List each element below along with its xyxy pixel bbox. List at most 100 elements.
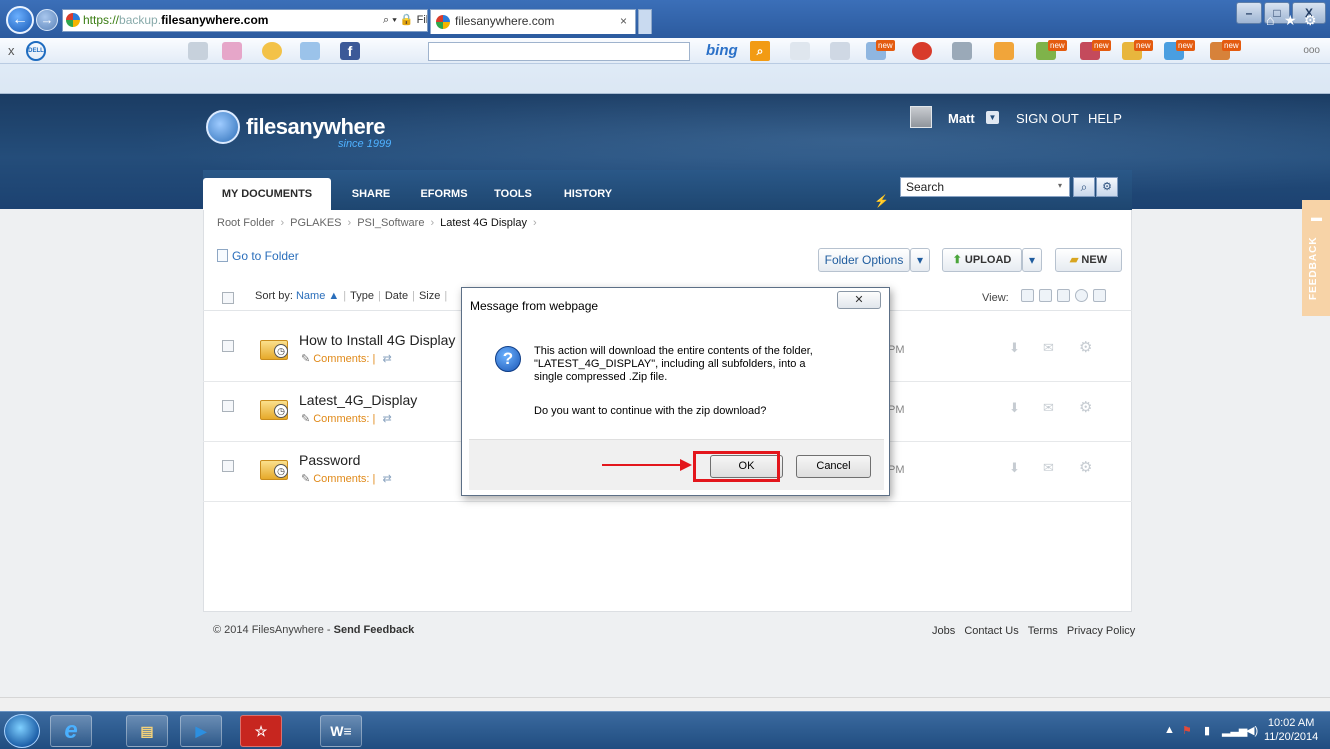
- go-to-folder-link[interactable]: Go to Folder: [217, 249, 299, 263]
- footer-link-contact-us[interactable]: Contact Us: [964, 625, 1018, 637]
- list-view-icon[interactable]: [1021, 289, 1034, 302]
- weather-icon[interactable]: [262, 42, 282, 60]
- toolbar-app-icon[interactable]: [994, 42, 1014, 60]
- search-dropdown-chevron-icon[interactable]: ▾: [1058, 181, 1062, 190]
- comments-link[interactable]: ✎ Comments: | ⇄: [301, 352, 392, 365]
- breadcrumb-item-pglakes[interactable]: PGLAKES: [290, 217, 341, 229]
- home-icon[interactable]: ⌂: [1266, 12, 1274, 28]
- gallery-view-icon[interactable]: [1075, 289, 1088, 302]
- footer-link-terms[interactable]: Terms: [1028, 625, 1058, 637]
- footer-link-jobs[interactable]: Jobs: [932, 625, 955, 637]
- battery-icon[interactable]: ▮: [1204, 724, 1210, 737]
- tab-history[interactable]: HISTORY: [553, 178, 623, 210]
- tab-share[interactable]: SHARE: [341, 178, 401, 210]
- dialog-close-button[interactable]: ✕: [837, 291, 881, 309]
- file-explorer-icon[interactable]: ▤: [126, 715, 168, 747]
- forward-button[interactable]: →: [36, 9, 58, 31]
- breadcrumb-item-psi-software[interactable]: PSI_Software: [357, 217, 424, 229]
- chat-icon[interactable]: [830, 42, 850, 60]
- select-all-checkbox[interactable]: [222, 292, 234, 304]
- sort-by-date[interactable]: Date: [385, 290, 408, 302]
- back-button[interactable]: ←: [6, 6, 34, 34]
- minimize-button[interactable]: –: [1236, 2, 1262, 24]
- sign-out-link[interactable]: SIGN OUT: [1016, 111, 1079, 126]
- search-button[interactable]: ⌕: [1073, 177, 1095, 197]
- cancel-button[interactable]: Cancel: [796, 455, 871, 478]
- comments-link[interactable]: ✎ Comments: | ⇄: [301, 412, 392, 425]
- sort-by-type[interactable]: Type: [350, 290, 374, 302]
- advanced-search-gear-icon[interactable]: ⚙: [1096, 177, 1118, 197]
- upload-dropdown[interactable]: ▾: [1022, 248, 1042, 272]
- toolbar-app-icon[interactable]: [188, 42, 208, 60]
- toolbar-app-icon[interactable]: [912, 42, 932, 60]
- bing-search-button[interactable]: ⌕: [750, 41, 770, 61]
- tag-icon[interactable]: ⇄: [382, 473, 391, 485]
- file-name[interactable]: How to Install 4G Display: [299, 332, 455, 348]
- lightning-icon[interactable]: ⚡: [874, 194, 889, 208]
- user-name[interactable]: Matt: [948, 111, 975, 126]
- facebook-icon[interactable]: f: [340, 42, 360, 60]
- user-menu-chevron-icon[interactable]: ▼: [986, 111, 999, 124]
- tree-view-icon[interactable]: [1057, 289, 1070, 302]
- acrobat-icon[interactable]: ☆: [240, 715, 282, 747]
- new-tab-button[interactable]: [638, 9, 652, 34]
- row-checkbox[interactable]: [222, 400, 234, 412]
- toolbar-app-icon[interactable]: [952, 42, 972, 60]
- download-icon[interactable]: ⬇: [1009, 460, 1020, 476]
- tag-icon[interactable]: ⇄: [382, 353, 391, 365]
- help-link[interactable]: HELP: [1088, 111, 1122, 126]
- dell-logo[interactable]: DELL: [26, 41, 46, 61]
- search-input[interactable]: Search: [900, 177, 1070, 197]
- folder-options-dropdown[interactable]: ▾: [910, 248, 930, 272]
- footer-link-privacy-policy[interactable]: Privacy Policy: [1067, 625, 1135, 637]
- favorites-star-icon[interactable]: ★: [1284, 12, 1297, 29]
- horizontal-scrollbar[interactable]: [0, 697, 1330, 711]
- send-feedback-link[interactable]: Send Feedback: [334, 624, 415, 636]
- word-icon[interactable]: W≡: [320, 715, 362, 747]
- toolbar-more-icon[interactable]: ooo: [1303, 45, 1320, 56]
- gear-icon[interactable]: ⚙: [1079, 338, 1092, 356]
- toolbar-close-icon[interactable]: x: [8, 43, 15, 58]
- toolbar-app-icon[interactable]: [222, 42, 242, 60]
- upload-button[interactable]: ⬆ UPLOAD: [942, 248, 1022, 272]
- row-checkbox[interactable]: [222, 340, 234, 352]
- row-checkbox[interactable]: [222, 460, 234, 472]
- address-bar-controls[interactable]: ⌕ ▾ 🔒 FilesAn... ▤ C ×: [383, 10, 427, 31]
- tab-close-icon[interactable]: ×: [620, 10, 627, 33]
- sort-by-size[interactable]: Size: [419, 290, 440, 302]
- internet-explorer-icon[interactable]: e: [50, 715, 92, 747]
- action-center-icon[interactable]: ⚑: [1182, 724, 1192, 737]
- email-icon[interactable]: ✉: [1043, 340, 1054, 356]
- download-icon[interactable]: ⬇: [1009, 340, 1020, 356]
- tag-icon[interactable]: ⇄: [382, 413, 391, 425]
- breadcrumb-item-root[interactable]: Root Folder: [217, 217, 274, 229]
- tab-tools[interactable]: TOOLS: [485, 178, 541, 210]
- file-name[interactable]: Latest_4G_Display: [299, 392, 417, 408]
- system-clock[interactable]: 10:02 AM 11/20/2014: [1264, 716, 1318, 744]
- sort-by-name[interactable]: Name ▲: [296, 290, 339, 302]
- file-name[interactable]: Password: [299, 452, 360, 468]
- folder-options-button[interactable]: Folder Options: [818, 248, 910, 272]
- filesanywhere-logo-icon[interactable]: [206, 110, 240, 144]
- avatar[interactable]: [910, 106, 932, 128]
- email-icon[interactable]: ✉: [1043, 460, 1054, 476]
- feedback-tab[interactable]: ▬ FEEDBACK: [1302, 200, 1330, 316]
- tray-expand-icon[interactable]: ▲: [1164, 724, 1175, 736]
- like-icon[interactable]: [790, 42, 810, 60]
- media-player-icon[interactable]: ▶: [180, 715, 222, 747]
- start-button[interactable]: [4, 714, 40, 748]
- browser-tab[interactable]: filesanywhere.com ×: [430, 9, 636, 34]
- toolbar-search-input[interactable]: [428, 42, 690, 61]
- volume-icon[interactable]: ◀): [1246, 724, 1258, 737]
- comments-link[interactable]: ✎ Comments: | ⇄: [301, 472, 392, 485]
- download-icon[interactable]: ⬇: [1009, 400, 1020, 416]
- tab-my-documents[interactable]: MY DOCUMENTS: [203, 178, 331, 210]
- breadcrumb-separator-icon[interactable]: ›: [533, 217, 537, 229]
- email-icon[interactable]: ✉: [1043, 400, 1054, 416]
- grid-view-icon[interactable]: [1039, 289, 1052, 302]
- tab-eforms[interactable]: EFORMS: [413, 178, 475, 210]
- new-button[interactable]: ▰ NEW: [1055, 248, 1122, 272]
- toolbar-app-icon[interactable]: [300, 42, 320, 60]
- address-bar[interactable]: https://backup.filesanywhere.com ⌕ ▾ 🔒 F…: [62, 9, 428, 32]
- chart-view-icon[interactable]: [1093, 289, 1106, 302]
